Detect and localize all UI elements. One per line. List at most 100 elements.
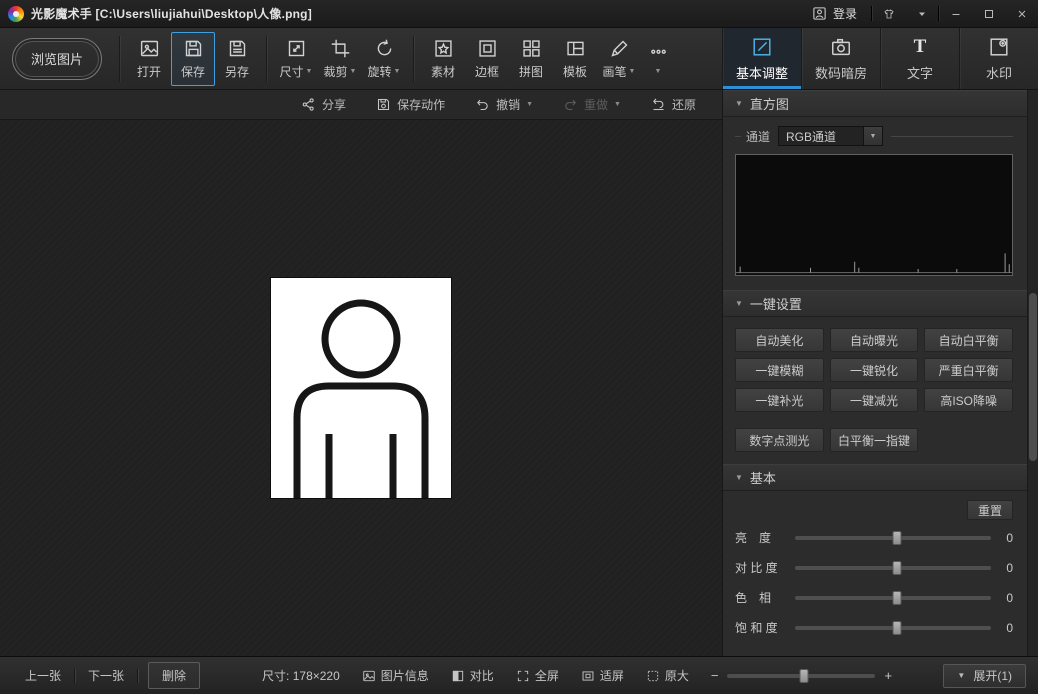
saturation-label: 饱 和 度 [735, 621, 778, 635]
crop-label: 裁剪 [323, 64, 348, 79]
collage-button[interactable]: 拼图 [509, 32, 553, 86]
hue-label: 色 相 [735, 591, 772, 605]
template-button[interactable]: 模板 [553, 32, 597, 86]
undo-icon [477, 99, 488, 111]
panel-scrollbar-thumb[interactable] [1029, 293, 1037, 461]
histogram-display [735, 154, 1013, 276]
expand-label: 展开(1) [973, 669, 1012, 683]
dropdown-arrow-icon: ▼ [393, 67, 401, 75]
open-button[interactable]: 打开 [127, 32, 171, 86]
tab-digital-darkroom[interactable]: 数码暗房 [801, 28, 880, 89]
panel-scrollbar[interactable] [1027, 90, 1038, 656]
histogram-section-header[interactable]: ▼ 直方图 [723, 90, 1027, 117]
high-iso-denoise-button[interactable]: 高ISO降噪 [924, 388, 1013, 412]
dropdown-arrow-icon: ▼ [869, 132, 877, 140]
basic-section-header[interactable]: ▼ 基本 [723, 464, 1027, 491]
redo-button[interactable]: 重做 ▼ [563, 96, 621, 113]
dropdown-arrow-icon: ▼ [305, 67, 313, 75]
auto-exposure-button[interactable]: 自动曝光 [829, 328, 919, 352]
maximize-button[interactable] [972, 0, 1005, 27]
one-key-fill-light-button[interactable]: 一键补光 [735, 388, 824, 412]
histogram-title: 直方图 [749, 97, 789, 112]
undo-button[interactable]: 撤销 ▼ [475, 96, 533, 113]
channel-select[interactable]: RGB通道 [778, 126, 865, 146]
save-as-button[interactable]: 另存 [215, 32, 259, 86]
auto-beautify-button[interactable]: 自动美化 [735, 328, 824, 352]
share-button[interactable]: 分享 [301, 96, 346, 113]
zoom-in-button[interactable]: + [884, 668, 892, 683]
portrait-placeholder-image [293, 299, 429, 498]
save-button[interactable]: 保存 [171, 31, 215, 86]
one-key-grid: 自动美化 自动曝光 自动白平衡 一键模糊 一键锐化 严重白平衡 一键补光 一键减… [723, 317, 1027, 412]
login-button[interactable]: 登录 [798, 0, 871, 27]
zoom-out-button[interactable]: − [711, 668, 719, 683]
tab-basic-adjust[interactable]: 基本调整 [722, 28, 801, 89]
original-size-label: 原大 [664, 669, 689, 683]
image-info-button[interactable]: 图片信息 [362, 667, 429, 684]
more-tools-button[interactable]: ▼ [641, 32, 675, 86]
tab-watermark[interactable]: 水印 [959, 28, 1038, 89]
next-image-button[interactable]: 下一张 [75, 657, 137, 694]
restore-icon [653, 98, 664, 111]
original-size-button[interactable]: 原大 [646, 667, 689, 684]
expand-button[interactable]: ▼ 展开(1) [943, 663, 1026, 688]
crop-button[interactable]: 裁剪 ▼ [318, 32, 362, 86]
zoom-slider-handle[interactable] [799, 668, 809, 683]
saturation-slider[interactable] [795, 620, 991, 635]
resize-button[interactable]: 尺寸 ▼ [274, 32, 318, 86]
basic-adjust-icon [753, 37, 771, 56]
fit-screen-button[interactable]: 适屏 [581, 667, 624, 684]
image-size-info: 尺寸: 178×220 [262, 669, 340, 683]
auto-white-balance-button[interactable]: 自动白平衡 [924, 328, 1013, 352]
digital-spot-metering-button[interactable]: 数字点测光 [735, 428, 824, 452]
border-frame-icon [478, 39, 496, 57]
tab-text[interactable]: T 文字 [880, 28, 959, 89]
brush-button[interactable]: 画笔 ▼ [597, 32, 641, 86]
compare-label: 对比 [469, 669, 494, 683]
tab-basic-adjust-label: 基本调整 [735, 65, 788, 81]
rotate-button[interactable]: 旋转 ▼ [362, 32, 406, 86]
one-key-sharpen-button[interactable]: 一键锐化 [829, 358, 919, 382]
close-button[interactable] [1005, 0, 1038, 27]
severe-white-balance-button[interactable]: 严重白平衡 [924, 358, 1013, 382]
saturation-slider-handle[interactable] [892, 620, 902, 635]
zoom-slider[interactable] [727, 668, 876, 683]
menu-dropdown-button[interactable] [905, 0, 938, 27]
one-key-blur-button[interactable]: 一键模糊 [735, 358, 824, 382]
white-balance-one-touch-button[interactable]: 白平衡一指键 [829, 428, 919, 452]
stickers-button[interactable]: 素材 [421, 32, 465, 86]
fullscreen-label: 全屏 [534, 669, 559, 683]
reset-button[interactable]: 重置 [967, 500, 1013, 520]
contrast-slider-handle[interactable] [892, 560, 902, 575]
one-key-section-header[interactable]: ▼ 一键设置 [723, 290, 1027, 317]
compare-button[interactable]: 对比 [451, 667, 494, 684]
hue-slider-handle[interactable] [892, 590, 902, 605]
sticker-star-icon [434, 39, 452, 57]
border-button[interactable]: 边框 [465, 32, 509, 86]
share-icon [302, 98, 314, 111]
dropdown-arrow-icon: ▼ [628, 67, 636, 75]
brightness-slider-handle[interactable] [892, 530, 902, 545]
hue-slider[interactable] [795, 590, 991, 605]
open-label: 打开 [136, 64, 161, 79]
save-action-button[interactable]: 保存动作 [376, 96, 445, 113]
toolbar-separator [119, 35, 120, 82]
channel-select-arrow-button[interactable]: ▼ [864, 126, 884, 146]
delete-image-button[interactable]: 删除 [148, 662, 201, 689]
minimize-button[interactable] [939, 0, 972, 27]
border-label: 边框 [474, 64, 499, 79]
user-icon [813, 7, 826, 20]
contrast-slider[interactable] [795, 560, 991, 575]
browse-images-button[interactable]: 浏览图片 [12, 37, 102, 80]
restore-button[interactable]: 还原 [651, 96, 696, 113]
skin-button[interactable] [872, 0, 905, 27]
brightness-slider[interactable] [795, 530, 991, 545]
expand-arrow-icon: ▼ [957, 671, 966, 680]
one-key-reduce-light-button[interactable]: 一键减光 [829, 388, 919, 412]
fullscreen-button[interactable]: 全屏 [516, 667, 559, 684]
contrast-label: 对 比 度 [735, 561, 778, 575]
prev-image-button[interactable]: 上一张 [12, 657, 74, 694]
contrast-slider-row: 对 比 度 0 [723, 553, 1027, 583]
toolbar-separator [413, 35, 414, 82]
compare-icon [452, 670, 463, 681]
